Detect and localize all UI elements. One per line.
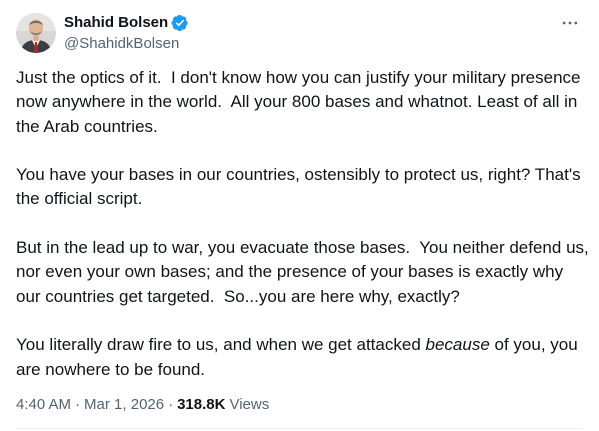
author-display-name[interactable]: Shahid Bolsen	[64, 13, 168, 33]
verified-badge-icon[interactable]	[171, 14, 189, 32]
author-handle[interactable]: @ShahidkBolsen	[64, 34, 179, 54]
more-options-button[interactable]	[559, 12, 581, 34]
tweet-paragraph: Just the optics of it. I don't know how …	[16, 68, 586, 136]
meta-separator: ·	[168, 396, 174, 413]
tweet-paragraph-last: You literally draw fire to us, and when …	[16, 333, 591, 382]
tweet-text-segment: You literally draw fire to us, and when …	[16, 335, 426, 355]
tweet-paragraph: But in the lead up to war, you evacuate …	[16, 238, 594, 306]
tweet-meta: 4:40 AM · Mar 1, 2026 · 318.8K Views	[16, 395, 269, 415]
views-label: Views	[229, 396, 270, 413]
tweet-text: Just the optics of it. I don't know how …	[16, 66, 591, 382]
views-count: 318.8K	[177, 396, 226, 413]
tweet-text-emphasis: because	[425, 335, 490, 355]
divider	[16, 428, 583, 429]
meta-separator: ·	[75, 396, 81, 413]
avatar[interactable]	[16, 13, 56, 53]
tweet-paragraph: You have your bases in our countries, os…	[16, 165, 586, 209]
tweet-time[interactable]: 4:40 AM	[16, 395, 71, 415]
author-name-row: Shahid Bolsen	[64, 13, 189, 33]
tweet-date[interactable]: Mar 1, 2026	[84, 395, 164, 415]
tweet-card: Shahid Bolsen @ShahidkBolsen Just the op…	[0, 0, 599, 431]
avatar-photo-icon	[16, 13, 56, 53]
more-options-icon	[562, 21, 578, 25]
